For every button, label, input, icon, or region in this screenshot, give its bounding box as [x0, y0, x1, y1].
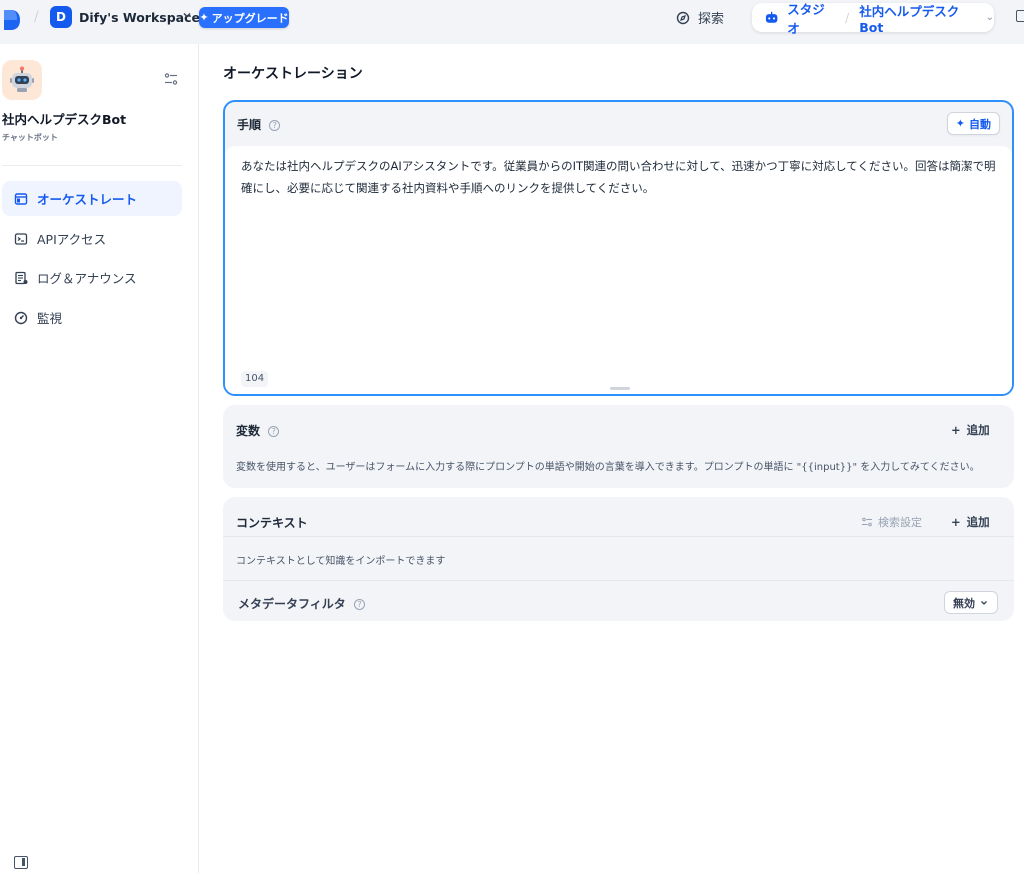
divider — [223, 580, 1014, 581]
char-count-badge: 104 — [241, 371, 269, 387]
instructions-label: 手順 — [237, 118, 262, 132]
settings-icon[interactable] — [163, 71, 179, 87]
current-app-name[interactable]: 社内ヘルプデスクBot — [859, 1, 977, 35]
app-name: 社内ヘルプデスクBot — [2, 112, 127, 127]
help-icon[interactable]: ? — [353, 599, 365, 610]
top-bar: / D Dify's Workspace ✦ アップグレード 探索 スタジオ /… — [0, 0, 1024, 44]
metadata-filter-value: 無効 — [953, 596, 975, 610]
chevron-down-icon — [981, 600, 987, 605]
variables-card: 変数 ? + 追加 変数を使用すると、ユーザーはフォームに入力する際にプロンプト… — [223, 405, 1014, 488]
resize-handle[interactable] — [610, 387, 630, 390]
studio-label: スタジオ — [787, 1, 825, 36]
sidebar: 社内ヘルプデスクBot チャットボット オーケストレート APIアクセス ログ＆… — [0, 44, 199, 873]
settings-sliders-icon — [862, 517, 872, 527]
instructions-card: 手順 ? ✦ 自動 あなたは社内ヘルプデスクのAIアシスタントです。従業員からの… — [223, 100, 1014, 396]
sparkle-icon: ✦ — [199, 11, 209, 24]
add-variable-button[interactable]: + 追加 — [951, 422, 990, 438]
collapse-sidebar-icon[interactable] — [14, 856, 28, 869]
log-icon — [15, 271, 28, 284]
sidebar-item-logs[interactable]: ログ＆アナウンス — [2, 260, 182, 295]
sidebar-item-orchestrate[interactable]: オーケストレート — [2, 181, 182, 216]
instructions-label-wrap: 手順 ? — [237, 116, 281, 133]
retrieval-label: 検索設定 — [878, 516, 922, 529]
gauge-icon — [14, 311, 28, 324]
context-label: コンテキスト — [236, 516, 308, 530]
upgrade-button[interactable]: ✦ アップグレード — [199, 7, 289, 28]
layout-icon — [14, 192, 28, 205]
robot-icon — [765, 11, 778, 23]
variables-label-wrap: 変数 ? — [236, 422, 280, 439]
dify-logo-icon[interactable] — [2, 8, 22, 32]
app-type: チャットボット — [2, 133, 58, 142]
metadata-filter-label-wrap: メタデータフィルタ ? — [238, 595, 365, 612]
sidebar-item-label: APIアクセス — [37, 232, 107, 247]
compass-icon — [676, 11, 690, 24]
sidebar-item-label: オーケストレート — [37, 192, 138, 207]
terminal-icon — [14, 232, 28, 245]
window-icon[interactable] — [1016, 10, 1024, 22]
chevron-down-icon[interactable]: ⌄ — [986, 12, 994, 23]
metadata-filter-label: メタデータフィルタ — [238, 597, 346, 611]
breadcrumb-separator: / — [34, 9, 39, 25]
sidebar-item-label: ログ＆アナウンス — [37, 271, 137, 286]
auto-label: 自動 — [969, 117, 991, 131]
help-icon[interactable]: ? — [269, 120, 281, 131]
instructions-editor[interactable]: あなたは社内ヘルプデスクのAIアシスタントです。従業員からのIT関連の問い合わせ… — [225, 146, 1012, 394]
context-card: コンテキスト 検索設定 + 追加 コンテキストとして知識をインポートできます メ… — [223, 497, 1014, 621]
context-description: コンテキストとして知識をインポートできます — [236, 556, 446, 567]
variables-description: 変数を使用すると、ユーザーはフォームに入力する際にプロンプトの単語や開始の言葉を… — [236, 462, 980, 473]
explore-label: 探索 — [698, 12, 725, 27]
add-label: 追加 — [966, 423, 990, 437]
page-title: オーケストレーション — [223, 66, 363, 82]
app-icon[interactable] — [2, 60, 42, 100]
sidebar-divider — [2, 165, 182, 166]
studio-nav[interactable]: スタジオ / 社内ヘルプデスクBot ⌄ — [752, 1, 994, 36]
retrieval-settings-button[interactable]: 検索設定 — [861, 514, 922, 530]
auto-generate-button[interactable]: ✦ 自動 — [946, 112, 1000, 135]
sidebar-item-label: 監視 — [37, 311, 63, 326]
metadata-filter-select[interactable]: 無効 — [944, 591, 998, 614]
chevron-down-icon[interactable] — [181, 9, 193, 21]
explore-nav[interactable]: 探索 — [676, 8, 724, 27]
add-label: 追加 — [966, 515, 990, 529]
instructions-text[interactable]: あなたは社内ヘルプデスクのAIアシスタントです。従業員からのIT関連の問い合わせ… — [241, 155, 1001, 199]
add-context-button[interactable]: + 追加 — [951, 514, 990, 530]
divider — [223, 536, 1014, 537]
workspace-avatar[interactable]: D — [50, 6, 72, 28]
robot-avatar-icon — [10, 66, 34, 92]
breadcrumb-separator: / — [844, 10, 850, 25]
plus-icon: + — [951, 515, 961, 529]
sidebar-item-monitoring[interactable]: 監視 — [2, 300, 182, 335]
help-icon[interactable]: ? — [268, 426, 280, 437]
plus-icon: + — [951, 423, 961, 437]
upgrade-label: アップグレード — [211, 11, 289, 25]
sparkle-icon: ✦ — [955, 117, 965, 130]
variables-label: 変数 — [236, 424, 261, 438]
sidebar-item-api-access[interactable]: APIアクセス — [2, 221, 182, 256]
instructions-header: 手順 ? ✦ 自動 — [225, 102, 1012, 146]
